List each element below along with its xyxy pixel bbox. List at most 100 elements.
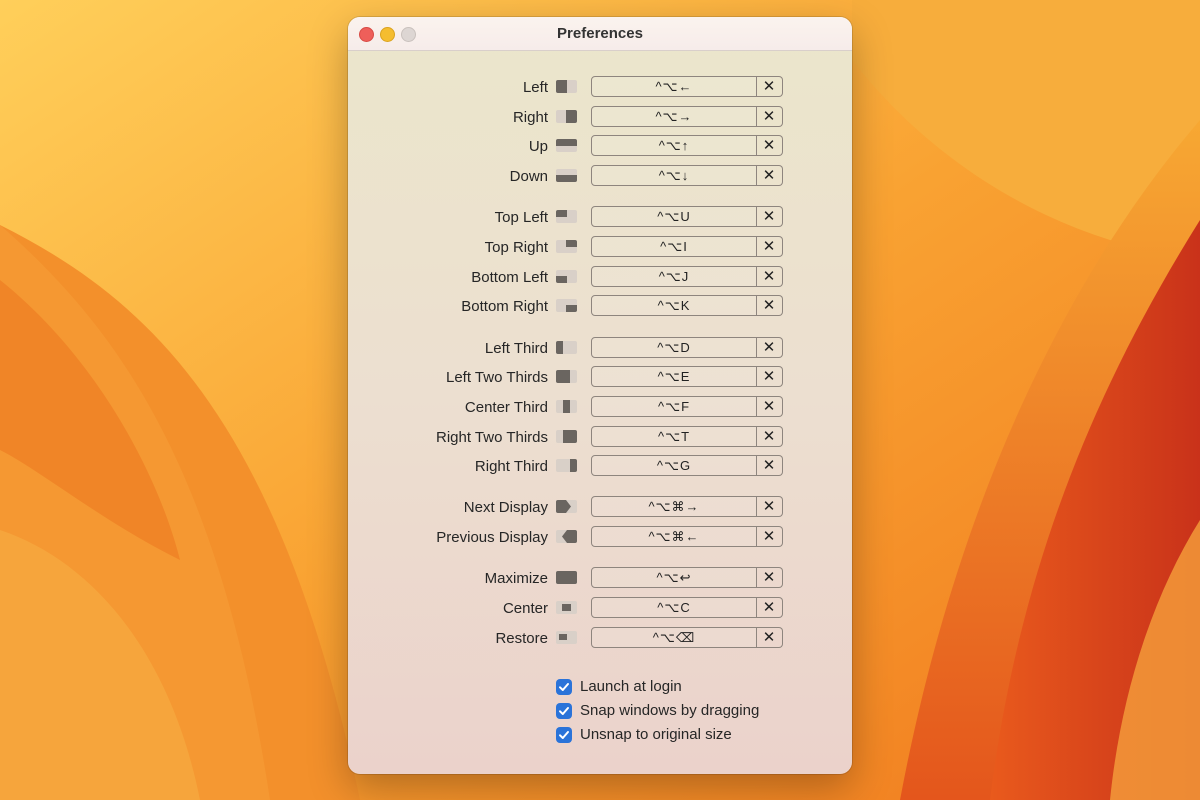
shortcut-recorder-next-display[interactable]: ^⌥⌘→	[591, 496, 757, 518]
shortcut-label: Center Third	[464, 398, 548, 416]
clear-shortcut-center-third-button[interactable]: ✕	[756, 395, 783, 417]
shortcut-label: Right Third	[474, 458, 548, 476]
center-third-icon	[556, 399, 577, 413]
shortcut-row-top-right: Top Right ^⌥I ✕	[348, 235, 852, 265]
clear-shortcut-previous-display-button[interactable]: ✕	[756, 526, 783, 548]
right-half-icon	[556, 109, 577, 123]
center-icon	[556, 601, 577, 614]
clear-shortcut-up-button[interactable]: ✕	[756, 135, 783, 157]
window-title: Preferences	[557, 25, 643, 42]
checkbox-label: Unsnap to original size	[580, 726, 732, 743]
clear-shortcut-left-two-thirds-button[interactable]: ✕	[756, 366, 783, 388]
shortcut-label: Maximize	[484, 570, 548, 588]
launch-at-login-checkbox[interactable]	[556, 679, 572, 695]
clear-shortcut-left-button[interactable]: ✕	[756, 76, 783, 97]
left-two-thirds-icon	[556, 370, 577, 384]
clear-shortcut-center-button[interactable]: ✕	[756, 597, 783, 618]
shortcut-label: Top Right	[484, 238, 548, 256]
preferences-window: Preferences Left ^⌥← ✕ Right ^⌥→ ✕ Up ^⌥…	[348, 17, 852, 774]
clear-shortcut-top-right-button[interactable]: ✕	[756, 235, 783, 257]
shortcut-recorder-top-left[interactable]: ^⌥U	[591, 206, 757, 228]
right-third-icon	[556, 459, 577, 473]
shortcut-recorder-center[interactable]: ^⌥C	[591, 597, 757, 618]
shortcut-label: Next Display	[463, 499, 548, 517]
clear-shortcut-left-third-button[interactable]: ✕	[756, 336, 783, 358]
shortcut-label: Left Two Thirds	[446, 369, 548, 387]
shortcut-label: Bottom Right	[461, 298, 548, 316]
shortcut-label: Restore	[495, 629, 548, 647]
clear-shortcut-bottom-right-button[interactable]: ✕	[756, 295, 783, 317]
shortcut-row-center-third: Center Third ^⌥F ✕	[348, 395, 852, 425]
restore-icon	[556, 630, 577, 644]
shortcut-recorder-right-two-thirds[interactable]: ^⌥T	[591, 425, 757, 447]
bottom-left-quarter-icon	[556, 269, 577, 283]
clear-shortcut-restore-button[interactable]: ✕	[756, 626, 783, 648]
bottom-right-quarter-icon	[556, 299, 577, 313]
shortcut-row-bottom-left: Bottom Left ^⌥J ✕	[348, 265, 852, 295]
shortcut-label: Left	[522, 79, 548, 96]
next-display-icon	[556, 500, 577, 514]
right-two-thirds-icon	[556, 429, 577, 443]
shortcut-row-previous-display: Previous Display ^⌥⌘← ✕	[348, 525, 852, 555]
shortcut-recorder-bottom-left[interactable]: ^⌥J	[591, 265, 757, 287]
shortcut-list: Left ^⌥← ✕ Right ^⌥→ ✕ Up ^⌥↑ ✕ Down ^⌥↓…	[348, 75, 852, 655]
shortcut-row-restore: Restore ^⌥⌫ ✕	[348, 626, 852, 656]
checkbox-label: Snap windows by dragging	[580, 702, 760, 719]
shortcut-recorder-maximize[interactable]: ^⌥↩	[591, 567, 757, 589]
shortcut-recorder-up[interactable]: ^⌥↑	[591, 135, 757, 157]
shortcut-recorder-right-third[interactable]: ^⌥G	[591, 455, 757, 477]
shortcut-label: Center	[502, 600, 548, 617]
clear-shortcut-down-button[interactable]: ✕	[756, 165, 783, 187]
snap-windows-checkbox[interactable]	[556, 703, 572, 719]
left-half-icon	[556, 80, 577, 93]
shortcut-row-maximize: Maximize ^⌥↩ ✕	[348, 566, 852, 596]
shortcut-label: Up	[528, 138, 548, 156]
clear-shortcut-next-display-button[interactable]: ✕	[756, 496, 783, 518]
shortcut-recorder-restore[interactable]: ^⌥⌫	[591, 626, 757, 648]
shortcut-label: Right Two Thirds	[436, 428, 548, 446]
unsnap-original-size-checkbox[interactable]	[556, 727, 572, 743]
clear-shortcut-right-third-button[interactable]: ✕	[756, 455, 783, 477]
clear-shortcut-bottom-left-button[interactable]: ✕	[756, 265, 783, 287]
top-left-quarter-icon	[556, 210, 577, 224]
shortcut-row-bottom-right: Bottom Right ^⌥K ✕	[348, 294, 852, 324]
shortcut-row-center: Center ^⌥C ✕	[348, 596, 852, 626]
shortcut-row-right-third: Right Third ^⌥G ✕	[348, 454, 852, 484]
clear-shortcut-top-left-button[interactable]: ✕	[756, 206, 783, 228]
shortcut-label: Right	[512, 108, 548, 126]
shortcut-row-left: Left ^⌥← ✕	[348, 75, 852, 105]
clear-shortcut-maximize-button[interactable]: ✕	[756, 567, 783, 589]
shortcut-row-up: Up ^⌥↑ ✕	[348, 134, 852, 164]
shortcut-label: Left Third	[484, 339, 548, 357]
shortcut-label: Down	[509, 168, 548, 186]
previous-display-icon	[556, 530, 577, 544]
shortcut-label: Previous Display	[436, 529, 548, 547]
shortcut-recorder-right[interactable]: ^⌥→	[591, 105, 757, 127]
checkbox-label: Launch at login	[580, 678, 682, 695]
left-third-icon	[556, 340, 577, 354]
top-right-quarter-icon	[556, 239, 577, 253]
shortcut-label: Top Left	[494, 209, 548, 227]
shortcut-row-left-two-thirds: Left Two Thirds ^⌥E ✕	[348, 365, 852, 395]
maximize-icon	[556, 571, 577, 585]
shortcut-row-right: Right ^⌥→ ✕	[348, 105, 852, 135]
shortcut-row-top-left: Top Left ^⌥U ✕	[348, 205, 852, 235]
shortcut-recorder-center-third[interactable]: ^⌥F	[591, 395, 757, 417]
shortcut-label: Bottom Left	[471, 268, 548, 286]
shortcut-recorder-left-third[interactable]: ^⌥D	[591, 336, 757, 358]
shortcut-recorder-down[interactable]: ^⌥↓	[591, 165, 757, 187]
clear-shortcut-right-button[interactable]: ✕	[756, 105, 783, 127]
shortcut-row-down: Down ^⌥↓ ✕	[348, 164, 852, 194]
shortcut-row-right-two-thirds: Right Two Thirds ^⌥T ✕	[348, 425, 852, 455]
shortcut-recorder-bottom-right[interactable]: ^⌥K	[591, 295, 757, 317]
bottom-half-icon	[556, 169, 577, 183]
shortcut-recorder-top-right[interactable]: ^⌥I	[591, 235, 757, 257]
clear-shortcut-right-two-thirds-button[interactable]: ✕	[756, 425, 783, 447]
shortcut-recorder-left-two-thirds[interactable]: ^⌥E	[591, 366, 757, 388]
shortcut-recorder-previous-display[interactable]: ^⌥⌘←	[591, 526, 757, 548]
shortcut-row-left-third: Left Third ^⌥D ✕	[348, 336, 852, 366]
shortcut-row-next-display: Next Display ^⌥⌘→ ✕	[348, 495, 852, 525]
title-bar: Preferences	[348, 17, 852, 51]
top-half-icon	[556, 139, 577, 153]
shortcut-recorder-left[interactable]: ^⌥←	[591, 76, 757, 97]
